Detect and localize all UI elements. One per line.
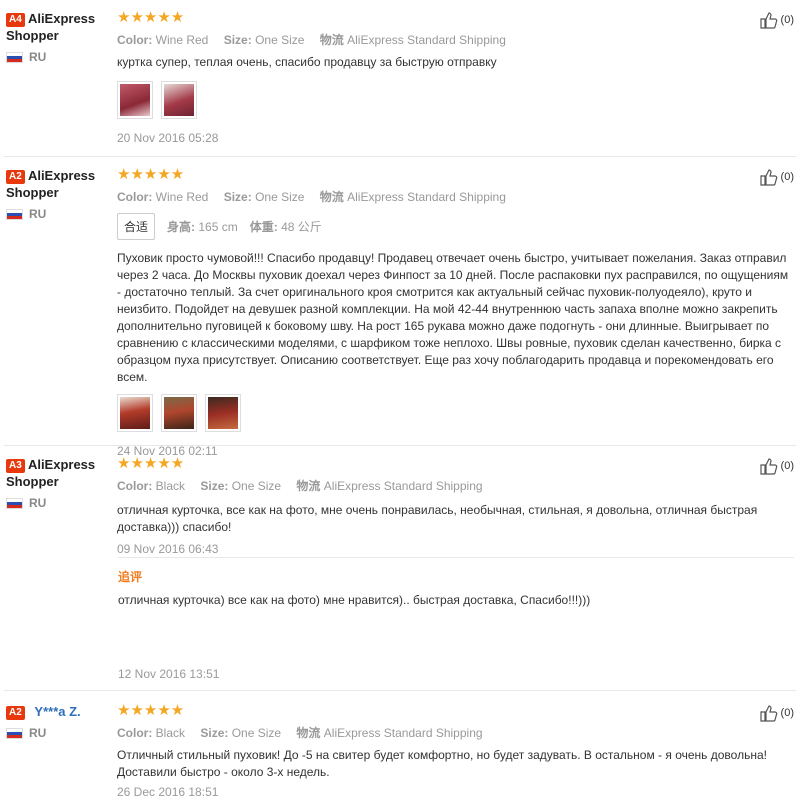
star-rating: ★★★★★ bbox=[117, 455, 185, 472]
review-date: 20 Nov 2016 05:28 bbox=[117, 131, 219, 145]
photo-thumbnail[interactable] bbox=[117, 394, 153, 432]
star-rating: ★★★★★ bbox=[117, 702, 185, 719]
like-button[interactable]: (0) bbox=[759, 703, 794, 723]
reviewer-info: A2 Y***a Z. RU bbox=[6, 703, 112, 740]
photo-thumbnail[interactable] bbox=[161, 394, 197, 432]
followup-text: отличная курточка) все как на фото) мне … bbox=[118, 593, 591, 607]
review-body: ★★★★★ Color: Black Size: One Size 物流 Ali… bbox=[117, 455, 789, 557]
review-text: куртка супер, теплая очень, спасибо прод… bbox=[117, 55, 497, 69]
reviewer-info: A4 AliExpress Shopper RU bbox=[6, 10, 112, 64]
followup-label: 追评 bbox=[118, 570, 143, 584]
reviewer-name[interactable]: A2 Y***a Z. bbox=[6, 703, 112, 720]
review-body: ★★★★★ Color: Wine Red Size: One Size 物流 … bbox=[117, 167, 789, 458]
country: RU bbox=[6, 726, 112, 740]
russia-flag-icon bbox=[6, 51, 23, 63]
divider bbox=[4, 156, 796, 157]
fit-tag: 合适 bbox=[117, 213, 156, 240]
thumbs-up-icon bbox=[759, 458, 777, 475]
reviewer-name[interactable]: A4 AliExpress Shopper bbox=[6, 10, 112, 44]
country: RU bbox=[6, 207, 112, 221]
photo-thumbnail[interactable] bbox=[161, 81, 197, 119]
star-rating: ★★★★★ bbox=[117, 9, 185, 26]
product-attributes: Color: Black Size: One Size 物流 AliExpres… bbox=[117, 479, 483, 493]
russia-flag-icon bbox=[6, 727, 23, 739]
photo-thumbnails bbox=[117, 394, 789, 432]
level-badge: A2 bbox=[6, 706, 25, 720]
review-body: ★★★★★ Color: Black Size: One Size 物流 Ali… bbox=[117, 702, 789, 800]
review-text: Отличный стильный пуховик! До -5 на свит… bbox=[117, 748, 767, 779]
product-attributes: Color: Wine Red Size: One Size 物流 AliExp… bbox=[117, 190, 506, 204]
photo-thumbnails bbox=[117, 81, 789, 119]
star-rating: ★★★★★ bbox=[117, 166, 185, 183]
fit-info: 合适 身高: 165 cm 体重: 48 公斤 bbox=[117, 213, 789, 240]
like-button[interactable]: (0) bbox=[759, 456, 794, 476]
photo-thumbnail[interactable] bbox=[117, 81, 153, 119]
review-body: ★★★★★ Color: Wine Red Size: One Size 物流 … bbox=[117, 10, 789, 145]
divider bbox=[4, 690, 796, 691]
country: RU bbox=[6, 50, 112, 64]
level-badge: A3 bbox=[6, 459, 25, 473]
review-text: отличная курточка, все как на фото, мне … bbox=[117, 503, 758, 534]
like-button[interactable]: (0) bbox=[759, 10, 794, 30]
review-text: Пуховик просто чумовой!!! Спасибо продав… bbox=[117, 251, 789, 384]
thumbs-up-icon bbox=[759, 705, 777, 722]
reviewer-name[interactable]: A2 AliExpress Shopper bbox=[6, 167, 112, 201]
reviewer-name[interactable]: A3 AliExpress Shopper bbox=[6, 456, 112, 490]
photo-thumbnail[interactable] bbox=[205, 394, 241, 432]
followup-divider bbox=[118, 557, 794, 558]
level-badge: A4 bbox=[6, 13, 25, 27]
thumbs-up-icon bbox=[759, 169, 777, 186]
reviewer-info: A3 AliExpress Shopper RU bbox=[6, 456, 112, 510]
review-date: 09 Nov 2016 06:43 bbox=[117, 542, 219, 556]
reviewer-info: A2 AliExpress Shopper RU bbox=[6, 167, 112, 221]
country: RU bbox=[6, 496, 112, 510]
russia-flag-icon bbox=[6, 497, 23, 509]
like-button[interactable]: (0) bbox=[759, 167, 794, 187]
thumbs-up-icon bbox=[759, 12, 777, 29]
product-attributes: Color: Wine Red Size: One Size 物流 AliExp… bbox=[117, 33, 506, 47]
followup-date: 12 Nov 2016 13:51 bbox=[118, 667, 220, 681]
level-badge: A2 bbox=[6, 170, 25, 184]
divider bbox=[4, 445, 796, 446]
russia-flag-icon bbox=[6, 208, 23, 220]
review-date: 26 Dec 2016 18:51 bbox=[117, 785, 219, 799]
product-attributes: Color: Black Size: One Size 物流 AliExpres… bbox=[117, 726, 483, 740]
